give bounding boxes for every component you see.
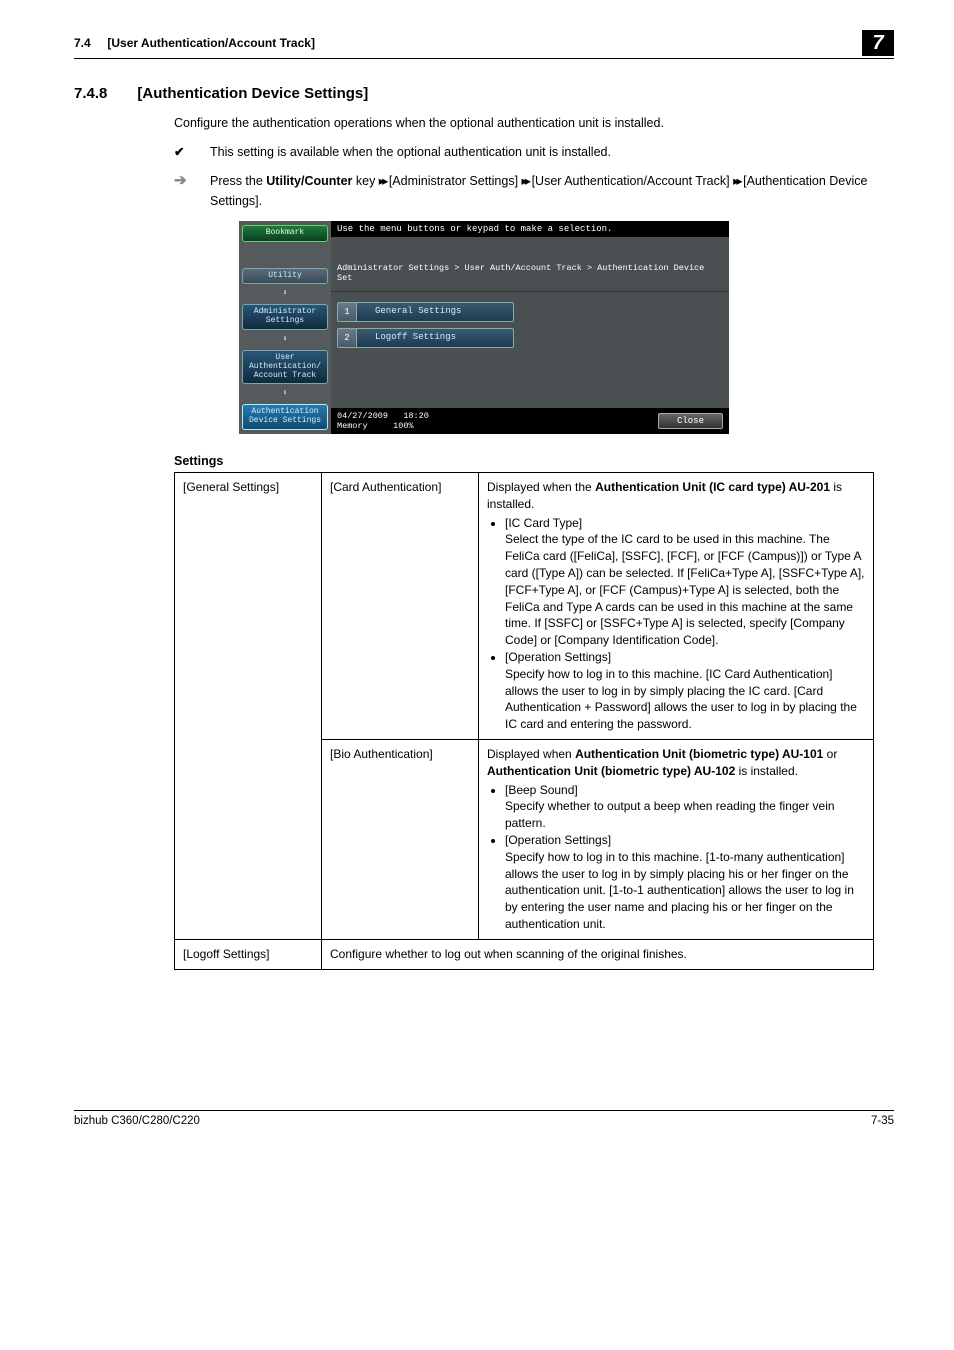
cell-general-settings: [General Settings] bbox=[175, 473, 322, 940]
footer-page: 7-35 bbox=[871, 1115, 894, 1127]
screenshot-instruction: Use the menu buttons or keypad to make a… bbox=[331, 221, 729, 237]
header-section-path: [User Authentication/Account Track] bbox=[107, 36, 315, 50]
screenshot-breadcrumb: Administrator Settings > User Auth/Accou… bbox=[331, 255, 729, 292]
close-button[interactable]: Close bbox=[658, 413, 723, 429]
screenshot-sidebar: Bookmark Utility ⬇ Administrator Setting… bbox=[239, 221, 331, 434]
availability-text: This setting is available when the optio… bbox=[210, 143, 611, 162]
arrow-icon: ➔ bbox=[174, 172, 190, 211]
check-icon: ✔ bbox=[174, 143, 190, 162]
device-screenshot: Bookmark Utility ⬇ Administrator Setting… bbox=[239, 221, 729, 434]
cell-bio-auth-desc: Displayed when Authentication Unit (biom… bbox=[479, 740, 874, 940]
page-header: 7.4 [User Authentication/Account Track] … bbox=[74, 36, 894, 59]
section-title-row: 7.4.8 [Authentication Device Settings] bbox=[74, 85, 894, 102]
admin-settings-button[interactable]: Administrator Settings bbox=[242, 304, 328, 330]
cell-logoff-label: [Logoff Settings] bbox=[175, 939, 322, 969]
table-row: [Logoff Settings] Configure whether to l… bbox=[175, 939, 874, 969]
down-arrow-icon: ⬇ bbox=[242, 290, 328, 298]
page-footer: bizhub C360/C280/C220 7-35 bbox=[74, 1110, 894, 1127]
section-title: [Authentication Device Settings] bbox=[137, 85, 368, 102]
option-logoff-settings[interactable]: 2 Logoff Settings bbox=[337, 328, 723, 348]
settings-table: [General Settings] [Card Authentication]… bbox=[174, 472, 874, 970]
nav-text: Press the Utility/Counter key ▸▸ [Admini… bbox=[210, 172, 894, 211]
list-item: [Operation Settings]Specify how to log i… bbox=[505, 649, 865, 733]
status-left: 04/27/2009 18:20 Memory 100% bbox=[337, 411, 429, 431]
list-item: [Operation Settings]Specify how to log i… bbox=[505, 832, 865, 933]
footer-model: bizhub C360/C280/C220 bbox=[74, 1115, 200, 1127]
user-auth-button[interactable]: User Authentication/ Account Track bbox=[242, 350, 328, 384]
header-section-number: 7.4 bbox=[74, 36, 91, 50]
list-item: [IC Card Type]Select the type of the IC … bbox=[505, 515, 865, 649]
down-arrow-icon: ⬇ bbox=[242, 336, 328, 344]
table-row: [General Settings] [Card Authentication]… bbox=[175, 473, 874, 740]
option-number: 1 bbox=[337, 302, 357, 322]
auth-device-button[interactable]: Authentication Device Settings bbox=[242, 404, 328, 430]
settings-heading: Settings bbox=[174, 454, 894, 468]
option-general-settings[interactable]: 1 General Settings bbox=[337, 302, 723, 322]
navigation-instruction: ➔ Press the Utility/Counter key ▸▸ [Admi… bbox=[174, 172, 894, 211]
bookmark-button[interactable]: Bookmark bbox=[242, 225, 328, 242]
cell-logoff-desc: Configure whether to log out when scanni… bbox=[322, 939, 874, 969]
cell-card-auth-desc: Displayed when the Authentication Unit (… bbox=[479, 473, 874, 740]
list-item: [Beep Sound]Specify whether to output a … bbox=[505, 782, 865, 832]
utility-button[interactable]: Utility bbox=[242, 268, 328, 285]
option-label: Logoff Settings bbox=[357, 328, 514, 348]
down-arrow-icon: ⬇ bbox=[242, 390, 328, 398]
availability-note: ✔ This setting is available when the opt… bbox=[174, 143, 894, 162]
cell-card-auth-label: [Card Authentication] bbox=[322, 473, 479, 740]
section-intro: Configure the authentication operations … bbox=[174, 114, 894, 133]
option-number: 2 bbox=[337, 328, 357, 348]
section-number: 7.4.8 bbox=[74, 85, 107, 102]
option-label: General Settings bbox=[357, 302, 514, 322]
cell-bio-auth-label: [Bio Authentication] bbox=[322, 740, 479, 940]
chapter-badge: 7 bbox=[862, 30, 894, 56]
